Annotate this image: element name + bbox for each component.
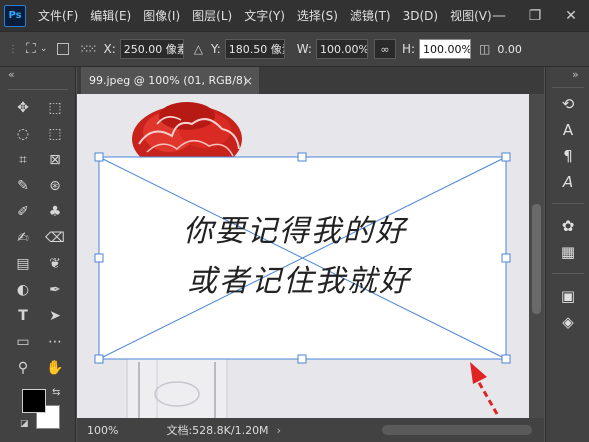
delta-icon[interactable]: △ (194, 42, 203, 56)
h-label: H: (401, 42, 416, 56)
move-tool-icon[interactable]: ✥ (8, 97, 38, 119)
restore-button[interactable]: ❐ (517, 0, 553, 31)
spot-healing-tool-icon[interactable]: ⊛ (40, 175, 70, 197)
angle-field[interactable]: 0.00 (494, 39, 530, 59)
collapse-right-icon[interactable]: » (572, 68, 579, 81)
status-bar: 100% 文档:528.8K/1.20M › (77, 418, 544, 442)
layers-panel-icon[interactable]: ◈ (556, 311, 580, 333)
divider (552, 273, 584, 274)
marquee-tool-icon[interactable]: ⬚ (40, 97, 70, 119)
more-tools-icon[interactable]: ⋯ (40, 331, 70, 353)
transform-handle[interactable] (94, 152, 104, 162)
color-panel-icon[interactable]: ✿ (556, 215, 580, 237)
document-size: 文档:528.8K/1.20M (166, 424, 269, 437)
eraser-tool-icon[interactable]: ⌫ (40, 227, 70, 249)
gradient-tool-icon[interactable]: ▤ (8, 253, 38, 275)
swap-colors-icon[interactable]: ⇆ (52, 387, 60, 398)
close-button[interactable]: ✕ (553, 0, 589, 31)
chevron-down-icon[interactable]: ⌄ (40, 44, 48, 54)
window-controls: — ❐ ✕ (481, 0, 589, 31)
photoshop-logo: Ps (4, 4, 26, 27)
menu-edit[interactable]: 编辑(E) (90, 7, 131, 24)
minimize-button[interactable]: — (481, 0, 517, 31)
dodge-tool-icon[interactable]: ◐ (8, 279, 38, 301)
transform-tool-icon[interactable]: ⛶ (26, 41, 36, 57)
grip-icon: ⋮ (8, 43, 18, 55)
transform-handle[interactable] (501, 354, 511, 364)
canvas-text-line-1: 你要记得我的好 (183, 214, 407, 249)
transform-handle[interactable] (501, 253, 511, 263)
y-position-field[interactable]: 180.50 像素 (224, 39, 285, 59)
x-position-field[interactable]: 250.00 像素 (119, 39, 184, 59)
photoshop-window: Ps 文件(F) 编辑(E) 图像(I) 图层(L) 文字(Y) 选择(S) 滤… (0, 0, 589, 442)
clone-stamp-tool-icon[interactable]: ♣ (40, 201, 70, 223)
close-icon[interactable]: × (243, 74, 253, 88)
menu-type[interactable]: 文字(Y) (244, 7, 285, 24)
menu-select[interactable]: 选择(S) (297, 7, 338, 24)
w-label: W: (296, 42, 312, 56)
link-icon[interactable]: ∞ (373, 39, 396, 59)
divider (552, 87, 584, 88)
type-tool-icon[interactable]: T (8, 305, 38, 327)
history-panel-icon[interactable]: ⟲ (556, 93, 580, 115)
blur-tool-icon[interactable]: ❦ (40, 253, 70, 275)
eyedropper-tool-icon[interactable]: ✎ (8, 175, 38, 197)
status-menu-icon[interactable]: › (277, 424, 281, 437)
pen-tool-icon[interactable]: ✒ (40, 279, 70, 301)
brush-tool-icon[interactable]: ✐ (8, 201, 38, 223)
history-brush-tool-icon[interactable]: ✍ (8, 227, 38, 249)
height-field[interactable]: 100.00% (419, 39, 472, 59)
x-label: X: (103, 42, 116, 56)
foreground-color-swatch[interactable] (22, 389, 46, 413)
menu-filter[interactable]: 滤镜(T) (350, 7, 391, 24)
divider (552, 203, 584, 204)
menu-3d[interactable]: 3D(D) (403, 9, 438, 23)
tab-title: 99.jpeg @ 100% (01, RGB/8) (89, 74, 248, 87)
transform-handle[interactable] (94, 253, 104, 263)
menu-image[interactable]: 图像(I) (143, 7, 180, 24)
hand-tool-icon[interactable]: ✋ (40, 357, 70, 379)
collapse-left-icon[interactable]: « (8, 68, 15, 81)
swatches-panel-icon[interactable]: ▦ (556, 241, 580, 263)
object-select-tool-icon[interactable]: ⬚ (40, 123, 70, 145)
vertical-scroll-thumb[interactable] (532, 204, 541, 314)
tools-panel: « ✥ ⬚ ◌ ⬚ ⌗ ⊠ ✎ ⊛ ✐ ♣ ✍ ⌫ ▤ ❦ ◐ ✒ T ➤ ▭ … (0, 67, 76, 442)
transform-handle[interactable] (94, 354, 104, 364)
rectangle-tool-icon[interactable]: ▭ (8, 331, 38, 353)
transform-handle[interactable] (297, 354, 307, 364)
menu-bar: Ps 文件(F) 编辑(E) 图像(I) 图层(L) 文字(Y) 选择(S) 滤… (0, 0, 589, 31)
vase-image (126, 355, 228, 418)
canvas-text-line-2: 或者记住我就好 (187, 264, 411, 299)
document-tabs: 99.jpeg @ 100% (01, RGB/8) × (77, 67, 544, 94)
reference-point-grid-icon[interactable]: ⁙⁙ (79, 42, 97, 56)
panels-dock: » ⟲ A ¶ A ✿ ▦ ▣ ◈ (545, 67, 589, 442)
path-selection-tool-icon[interactable]: ➤ (40, 305, 70, 327)
menu-layer[interactable]: 图层(L) (192, 7, 232, 24)
libraries-panel-icon[interactable]: ▣ (556, 285, 580, 307)
glyphs-panel-icon[interactable]: A (556, 171, 580, 193)
paragraph-panel-icon[interactable]: ¶ (556, 145, 580, 167)
y-label: Y: (210, 42, 221, 56)
default-colors-icon[interactable]: ◪ (20, 419, 29, 429)
frame-tool-icon[interactable]: ⊠ (40, 149, 70, 171)
transform-handle[interactable] (297, 152, 307, 162)
width-field[interactable]: 100.00% (315, 39, 368, 59)
horizontal-scrollbar[interactable] (382, 425, 532, 435)
rotate-angle-icon: ◫ (479, 42, 491, 56)
annotation-arrow (470, 362, 499, 415)
tab-document[interactable]: 99.jpeg @ 100% (01, RGB/8) × (81, 67, 259, 94)
lasso-tool-icon[interactable]: ◌ (8, 123, 38, 145)
crop-tool-icon[interactable]: ⌗ (8, 149, 38, 171)
menu-file[interactable]: 文件(F) (38, 7, 78, 24)
vertical-scrollbar[interactable] (529, 94, 544, 418)
options-bar: ⋮ ⛶ ⌄ ⁙⁙ X: 250.00 像素 △ Y: 180.50 像素 W: … (0, 31, 589, 67)
canvas[interactable]: 你要记得我的好 或者记住我就好 (77, 94, 529, 418)
transform-handle[interactable] (501, 152, 511, 162)
divider (8, 89, 68, 90)
zoom-tool-icon[interactable]: ⚲ (8, 357, 38, 379)
zoom-level[interactable]: 100% (87, 424, 118, 437)
reference-point-checkbox[interactable] (57, 43, 70, 55)
character-panel-icon[interactable]: A (556, 119, 580, 141)
